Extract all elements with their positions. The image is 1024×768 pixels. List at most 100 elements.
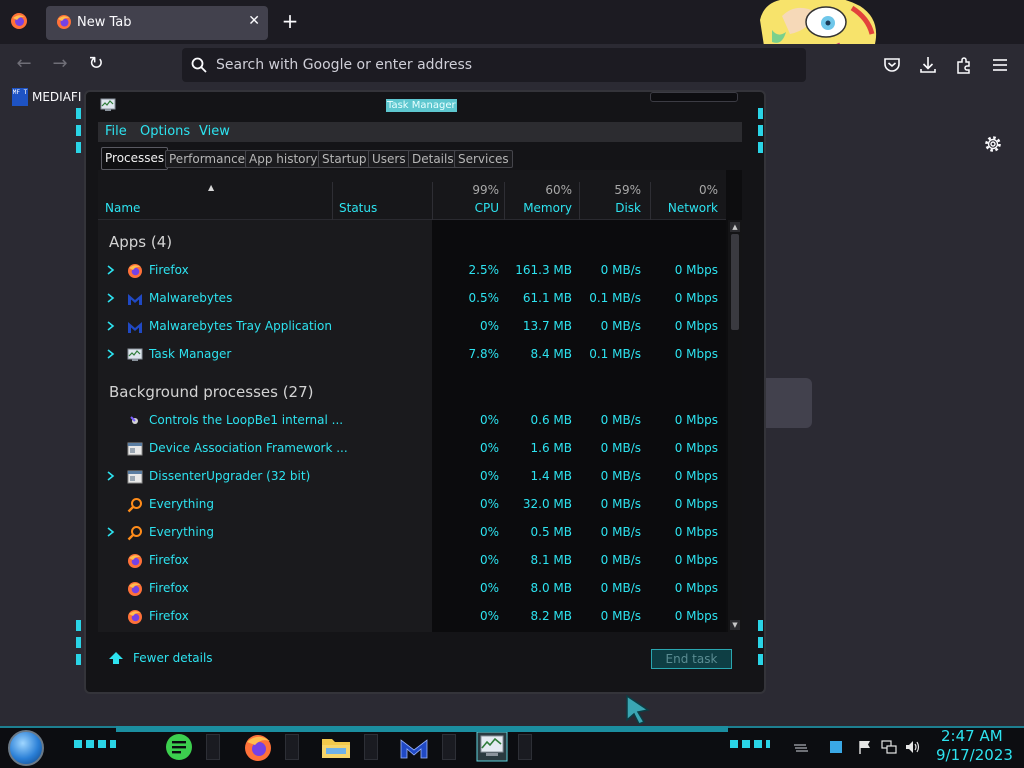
tab-app-history[interactable]: App history (245, 150, 322, 168)
window-neon-trim (758, 620, 763, 670)
process-row[interactable]: Task Manager 7.8% 8.4 MB 0.1 MB/s 0 Mbps (98, 341, 726, 369)
disk-value: 0 MB/s (600, 469, 641, 483)
process-row[interactable]: DissenterUpgrader (32 bit) 0% 1.4 MB 0 MB/s… (98, 463, 726, 491)
column-header-disk[interactable]: Disk (615, 201, 641, 215)
firefox-icon (128, 264, 142, 278)
menu-options[interactable]: Options (140, 124, 190, 139)
scroll-down-button[interactable]: ▼ (730, 620, 740, 630)
forward-button[interactable]: → (49, 53, 71, 77)
network-value: 0 Mbps (674, 553, 718, 567)
clock-date[interactable]: 9/17/2023 (936, 746, 1013, 764)
column-header-cpu[interactable]: CPU (475, 201, 499, 215)
disk-value: 0 MB/s (600, 319, 641, 333)
shortcut-tile[interactable] (760, 378, 812, 428)
process-row[interactable]: Malwarebytes Tray Application 0% 13.7 MB 0 … (98, 313, 726, 341)
tab-processes[interactable]: Processes (101, 147, 169, 170)
back-button[interactable]: ← (13, 53, 35, 77)
network-value: 0 Mbps (674, 263, 718, 277)
expand-chevron-icon[interactable] (107, 349, 115, 359)
firefox-icon[interactable] (10, 12, 28, 30)
everything-search-icon (127, 526, 142, 541)
expand-chevron-icon[interactable] (107, 293, 115, 303)
task-manager-icon[interactable] (476, 732, 508, 762)
tab-services[interactable]: Services (454, 150, 513, 168)
file-explorer-icon[interactable] (320, 732, 352, 762)
network-value: 0 Mbps (674, 581, 718, 595)
expand-chevron-icon[interactable] (107, 527, 115, 537)
memory-value: 61.1 MB (522, 291, 572, 305)
column-divider[interactable] (332, 182, 333, 220)
reload-button[interactable]: ↻ (85, 53, 107, 77)
cpu-value: 0% (479, 319, 499, 333)
cpu-value: 0% (479, 497, 499, 511)
bookmark-label[interactable]: MEDIAFI (32, 90, 81, 104)
menu-view[interactable]: View (199, 124, 230, 139)
group-header-apps[interactable]: Apps (4) (109, 233, 172, 251)
expand-chevron-icon[interactable] (107, 471, 115, 481)
end-task-button[interactable]: End task (651, 649, 732, 669)
volume-icon[interactable] (905, 739, 921, 755)
tab-details[interactable]: Details (408, 150, 458, 168)
process-name: DissenterUpgrader (32 bit) (149, 469, 311, 483)
show-hidden-icons-icon[interactable] (793, 739, 809, 755)
tab-users[interactable]: Users (368, 150, 410, 168)
tray-app-icon[interactable] (828, 739, 844, 755)
collapse-up-arrow-icon[interactable] (108, 650, 124, 666)
tab-new-tab[interactable]: New Tab ✕ (46, 6, 268, 40)
column-header-memory[interactable]: Memory (523, 201, 572, 215)
process-row[interactable]: Firefox 0% 8.0 MB 0 MB/s 0 Mbps (98, 575, 726, 603)
column-divider[interactable] (650, 182, 651, 220)
scroll-up-button[interactable]: ▲ (730, 222, 740, 232)
start-button[interactable] (8, 730, 44, 766)
tab-performance[interactable]: Performance (165, 150, 250, 168)
network-value: 0 Mbps (674, 291, 718, 305)
clock-time[interactable]: 2:47 AM (941, 727, 1003, 745)
process-row[interactable]: Firefox 0% 8.2 MB 0 MB/s 0 Mbps (98, 603, 726, 631)
extensions-icon[interactable] (954, 55, 974, 75)
column-divider[interactable] (504, 182, 505, 220)
disk-value: 0 MB/s (600, 581, 641, 595)
expand-chevron-icon[interactable] (107, 265, 115, 275)
process-row[interactable]: Device Association Framework ... 0% 1.6 MB… (98, 435, 726, 463)
process-row[interactable]: Firefox 0% 8.1 MB 0 MB/s 0 Mbps (98, 547, 726, 575)
menu-file[interactable]: File (105, 124, 127, 139)
malwarebytes-icon[interactable] (398, 732, 430, 762)
column-header-status[interactable]: Status (339, 201, 377, 215)
firefox-icon[interactable] (242, 732, 274, 762)
pocket-icon[interactable] (882, 55, 902, 75)
process-row[interactable]: Everything 0% 32.0 MB 0 MB/s 0 Mbps (98, 491, 726, 519)
hamburger-menu-icon[interactable] (990, 55, 1010, 75)
network-icon[interactable] (881, 739, 897, 755)
new-tab-button[interactable]: + (280, 10, 300, 34)
taskbar-neon-decoration (730, 740, 770, 748)
close-tab-icon[interactable]: ✕ (248, 13, 260, 29)
process-row[interactable]: Malwarebytes 0.5% 61.1 MB 0.1 MB/s 0 Mbps (98, 285, 726, 313)
cpu-value: 0% (479, 581, 499, 595)
scrollbar-thumb[interactable] (731, 234, 739, 330)
column-divider[interactable] (579, 182, 580, 220)
cpu-value: 0% (479, 469, 499, 483)
malwarebytes-icon (128, 294, 142, 305)
action-center-flag-icon[interactable] (857, 739, 873, 755)
network-total-percent: 0% (698, 183, 718, 197)
address-placeholder: Search with Google or enter address (216, 57, 473, 73)
tab-startup[interactable]: Startup (318, 150, 371, 168)
cpu-value: 0% (479, 609, 499, 623)
fewer-details-link[interactable]: Fewer details (133, 651, 213, 665)
memory-value: 0.6 MB (530, 413, 572, 427)
address-bar[interactable]: Search with Google or enter address (182, 48, 806, 82)
process-row[interactable]: Controls the LoopBe1 internal ... 0% 0.6 M… (98, 407, 726, 435)
notes-app-icon[interactable] (163, 732, 195, 762)
group-header-background[interactable]: Background processes (27) (109, 383, 314, 401)
expand-chevron-icon[interactable] (107, 321, 115, 331)
column-header-name[interactable]: Name (105, 201, 140, 215)
column-divider[interactable] (432, 182, 433, 220)
column-header-network[interactable]: Network (668, 201, 718, 215)
download-icon[interactable] (918, 55, 938, 75)
vertical-scrollbar[interactable]: ▲ ▼ (728, 220, 742, 632)
disk-value: 0 MB/s (600, 263, 641, 277)
process-row[interactable]: Firefox 2.5% 161.3 MB 0 MB/s 0 Mbps (98, 257, 726, 285)
disk-value: 0 MB/s (600, 553, 641, 567)
gear-icon[interactable] (983, 134, 1003, 154)
process-row[interactable]: Everything 0% 0.5 MB 0 MB/s 0 Mbps (98, 519, 726, 547)
